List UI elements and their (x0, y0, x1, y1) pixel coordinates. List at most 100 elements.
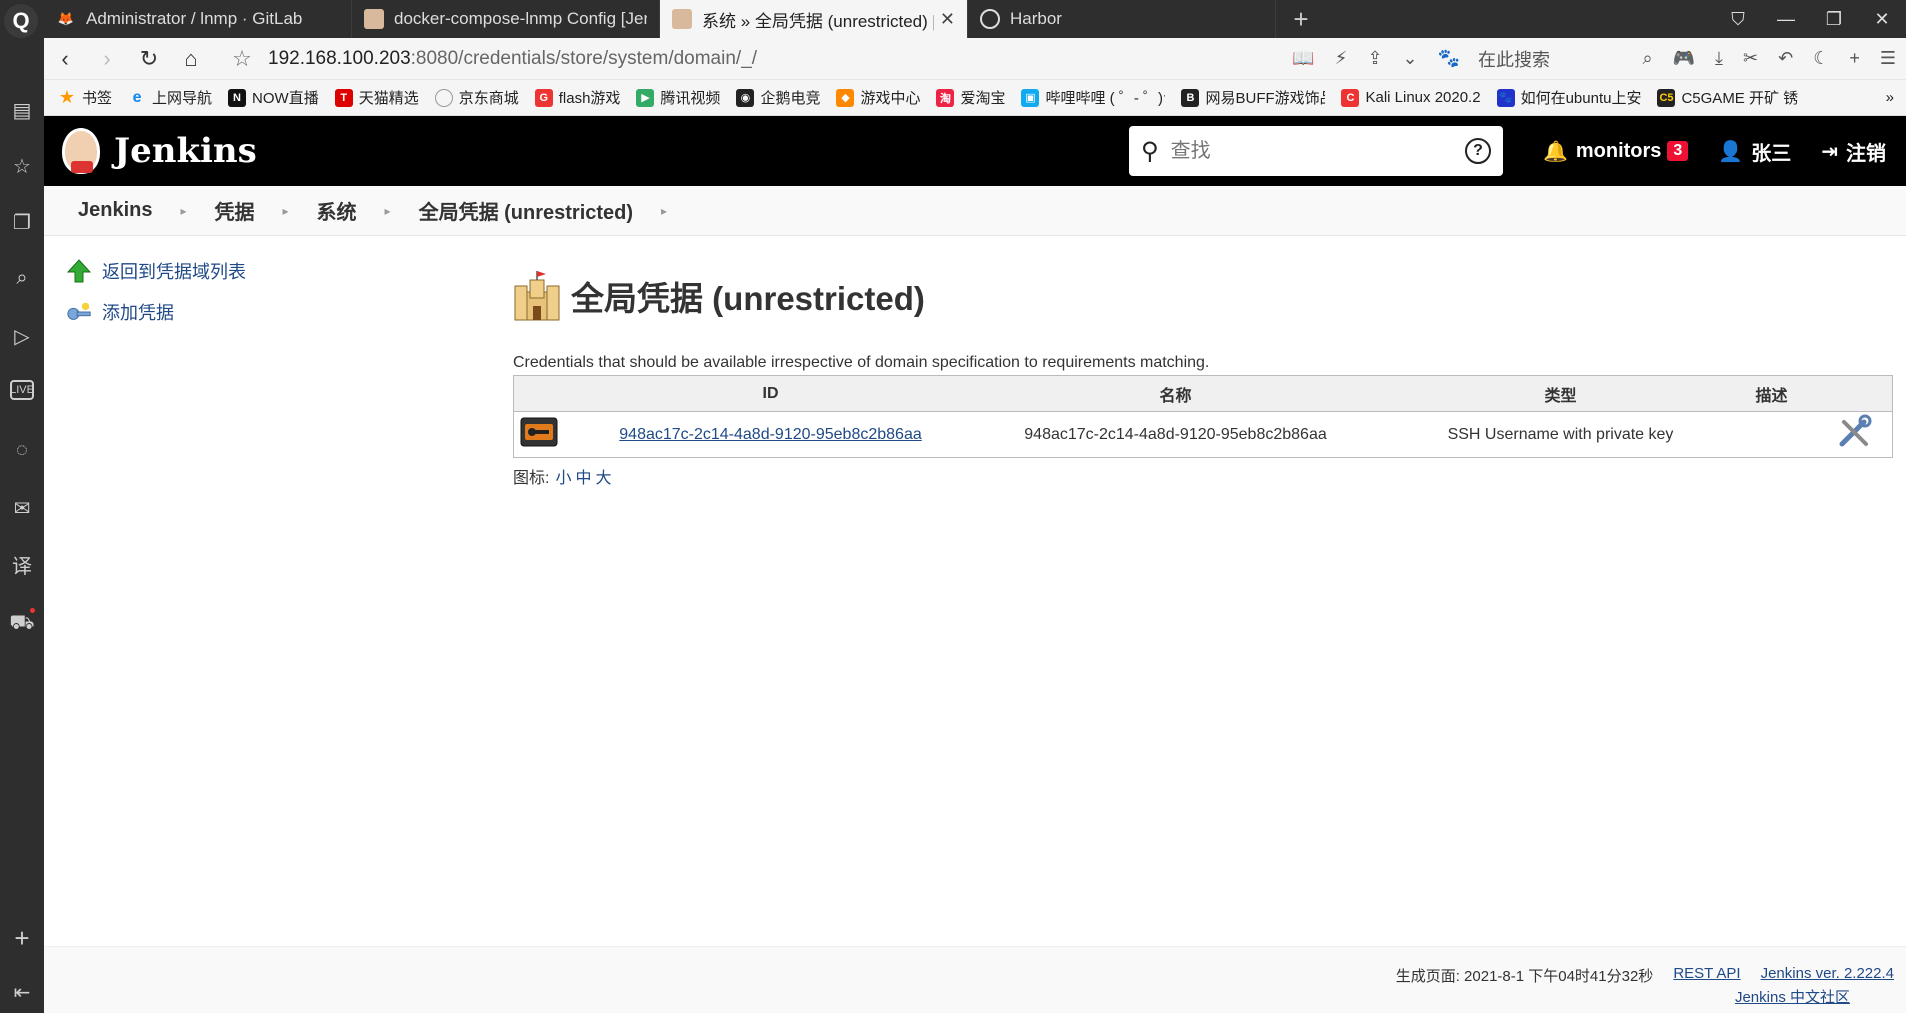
description-column-header[interactable]: 描述 (1725, 375, 1893, 412)
game-icon[interactable]: 🎮 (1673, 48, 1695, 69)
bookmark-item[interactable]: ◆ 游戏中心 (836, 87, 920, 108)
monitors-link[interactable]: 🔔 monitors 3 (1543, 139, 1689, 164)
bookmark-item[interactable]: T 天猫精选 (334, 87, 419, 108)
search-icon[interactable]: ⌕ (8, 264, 36, 292)
flash-icon[interactable]: ⚡ (1335, 48, 1348, 69)
tab-jenkins-credentials[interactable]: 系统 » 全局凭据 (unrestricted) [Jenkins] ✕ (660, 0, 968, 38)
star-icon: ★ (58, 87, 76, 107)
breadcrumb-separator-icon[interactable]: ▸ (661, 204, 667, 218)
credential-id-link[interactable]: 948ac17c-2c14-4a8d-9120-95eb8c2b86aa (619, 426, 921, 443)
share-icon[interactable]: ⇪ (1367, 48, 1382, 69)
collapse-sidebar-icon[interactable]: ⇤ (8, 978, 36, 1006)
minimize-icon[interactable]: — (1762, 9, 1810, 30)
bookmark-item[interactable]: N NOW直播 (228, 87, 319, 108)
back-icon[interactable]: ‹ (44, 46, 86, 72)
breadcrumb-separator-icon[interactable]: ▸ (385, 204, 391, 218)
breadcrumb-separator-icon[interactable]: ▸ (283, 204, 289, 218)
bookmark-star-icon[interactable]: ☆ (222, 46, 262, 72)
restore-icon[interactable]: ❐ (1810, 9, 1858, 30)
bookmark-label: 如何在ubuntu上安 (1520, 90, 1642, 107)
bookmark-item[interactable]: 淘爱淘宝 (936, 87, 1005, 108)
credential-name-cell: 948ac17c-2c14-4a8d-9120-95eb8c2b86aa (1024, 425, 1327, 443)
chat-icon[interactable]: ◌ (8, 436, 36, 464)
add-icon[interactable]: + (8, 923, 36, 953)
logout-link[interactable]: ⇥ 注销 (1821, 137, 1886, 166)
bookmark-item[interactable]: C5 C5GAME 开矿 锈 (1657, 87, 1798, 108)
bookmark-item[interactable]: 🐾 如何在ubuntu上安 (1496, 87, 1642, 108)
rest-api-link[interactable]: REST API (1673, 965, 1740, 982)
new-tab-button[interactable]: + (1276, 0, 1326, 38)
icon-size-medium-link[interactable]: 中 (575, 470, 591, 487)
reader-icon[interactable]: ❐ (8, 208, 36, 236)
scissors-icon[interactable]: ✂ (1743, 48, 1758, 69)
jenkins-search-input[interactable] (1170, 139, 1465, 163)
undo-icon[interactable]: ↶ (1778, 48, 1793, 69)
favorites-icon[interactable]: ☆ (8, 152, 36, 180)
icon-size-large-link[interactable]: 大 (595, 470, 611, 487)
bookmark-item[interactable]: ★ 书签 (58, 87, 112, 108)
monitors-badge: 3 (1667, 141, 1689, 161)
jenkins-community-link[interactable]: Jenkins 中文社区 (1735, 986, 1850, 1007)
bookmark-item[interactable]: ◉ 企鹅电竞 (736, 87, 820, 108)
jenkins-version-link[interactable]: Jenkins ver. 2.222.4 (1761, 965, 1894, 982)
bookmark-label: flash游戏 (558, 90, 621, 107)
home-icon[interactable]: ⌂ (170, 46, 212, 72)
id-column-header[interactable]: ID (585, 375, 956, 412)
user-icon: 👤 (1718, 140, 1744, 163)
cart-icon[interactable]: ⛟ (8, 610, 36, 638)
bookmark-item[interactable]: ▶ 腾讯视频 (636, 87, 720, 108)
jenkins-home-link[interactable]: Jenkins (62, 128, 257, 174)
back-to-domains-link[interactable]: 返回到凭据域列表 (66, 258, 246, 284)
bookmark-item[interactable]: ▣ 哔哩哔哩 ( ゜- ゜)つ (1021, 87, 1165, 108)
bookmarks-overflow-icon[interactable]: » (1886, 89, 1894, 106)
browser-search[interactable]: 🐾 在此搜索 ⌕ (1428, 46, 1663, 72)
tab-harbor[interactable]: Harbor (968, 0, 1276, 38)
reader-mode-icon[interactable]: 📖 (1292, 48, 1314, 69)
video-icon[interactable]: ▷ (8, 322, 36, 350)
tab-gitlab[interactable]: 🦊 Administrator / lnmp · GitLab (44, 0, 352, 38)
bookmark-label: 游戏中心 (860, 90, 921, 107)
chevron-down-icon[interactable]: ⌄ (1403, 48, 1418, 69)
close-tab-icon[interactable]: ✕ (940, 9, 955, 30)
breadcrumb-global-credentials[interactable]: 全局凭据 (unrestricted) (419, 196, 633, 225)
bookmark-item[interactable]: B 网易BUFF游戏饰品 (1181, 87, 1325, 108)
search-icon[interactable]: ⌕ (1643, 48, 1653, 69)
reload-icon[interactable]: ↻ (128, 46, 170, 72)
bookmark-item[interactable]: Gflash游戏 (534, 87, 621, 108)
breadcrumb-system[interactable]: 系统 (317, 196, 357, 225)
bookmark-label: 爱淘宝 (960, 90, 1006, 107)
configure-tools-icon[interactable] (1836, 414, 1872, 455)
add-icon[interactable]: + (1849, 48, 1860, 69)
type-column-header[interactable]: 类型 (1395, 375, 1726, 412)
menu-icon[interactable]: ☰ (1880, 48, 1896, 69)
tab-bar: 🦊 Administrator / lnmp · GitLab docker-c… (44, 0, 1906, 38)
breadcrumb-separator-icon[interactable]: ▸ (180, 204, 186, 218)
breadcrumb-credentials[interactable]: 凭据 (215, 196, 255, 225)
mail-icon[interactable]: ✉ (8, 494, 36, 522)
forward-icon[interactable]: › (86, 46, 128, 72)
live-icon[interactable]: LIVE (10, 380, 34, 400)
night-mode-icon[interactable]: ☾ (1813, 48, 1829, 69)
notes-icon[interactable]: ▤ (8, 96, 36, 124)
url-field[interactable]: 192.168.100.203:8080/credentials/store/s… (268, 48, 1108, 70)
breadcrumb: Jenkins ▸ 凭据 ▸ 系统 ▸ 全局凭据 (unrestricted) … (44, 186, 1906, 236)
page-description: Credentials that should be available irr… (513, 354, 1210, 371)
credential-type-label: SSH Username with private key (1447, 425, 1674, 443)
icon-size-small-link[interactable]: 小 (555, 470, 571, 487)
download-icon[interactable]: ⤓ (1715, 48, 1723, 69)
bookmark-label: 企鹅电竞 (760, 90, 821, 107)
help-icon[interactable]: ? (1465, 138, 1491, 164)
translate-icon[interactable]: 译 (8, 550, 36, 578)
close-window-icon[interactable]: ✕ (1858, 9, 1906, 30)
add-credentials-link[interactable]: 添加凭据 (66, 299, 246, 325)
name-column-header[interactable]: 名称 (955, 375, 1396, 412)
bookmark-item[interactable]: 京东商城 (434, 87, 519, 108)
breadcrumb-jenkins[interactable]: Jenkins (78, 199, 152, 222)
bookmark-item[interactable]: e 上网导航 (128, 87, 212, 108)
tab-jenkins-config[interactable]: docker-compose-lnmp Config [Jenkins] (352, 0, 660, 38)
browser-logo-icon[interactable]: Q (4, 4, 38, 38)
skin-icon[interactable]: ⛉ (1714, 9, 1762, 30)
user-link[interactable]: 👤 张三 (1718, 137, 1791, 166)
bookmark-item[interactable]: C Kali Linux 2020.2 (1341, 88, 1481, 107)
add-credentials-label: 添加凭据 (102, 303, 174, 323)
